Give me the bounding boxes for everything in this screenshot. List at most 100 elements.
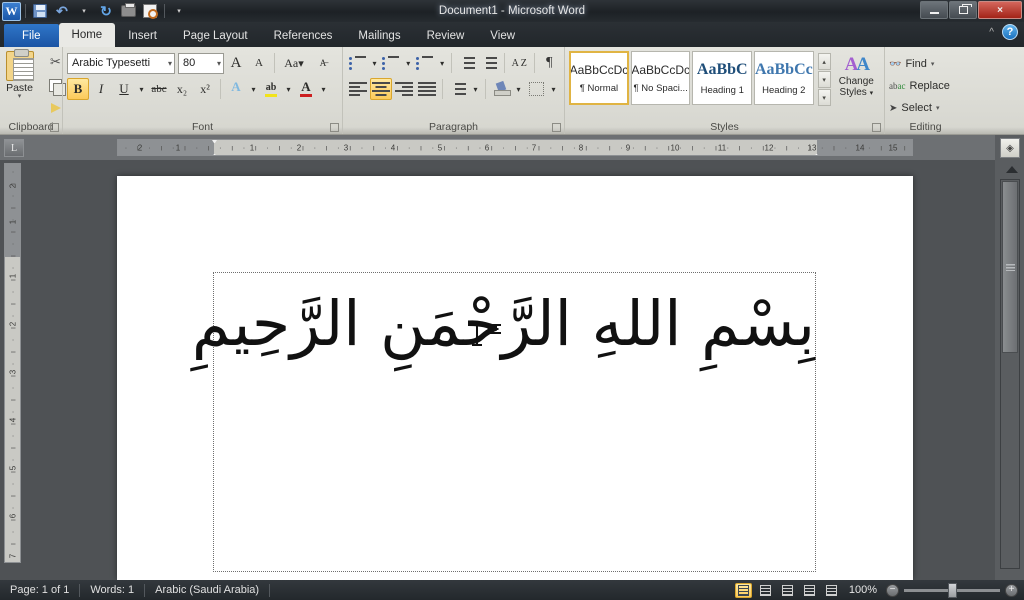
ruler-track[interactable]: 2 1 1 2 3 4 5 6 7 8 9 10 11 12 13 14 15 · ı · ı · ı · ı · ı · ı · ı · ı ·… [117, 139, 913, 156]
chevron-down-icon[interactable]: ▾ [870, 90, 874, 97]
font-dialog-launcher[interactable] [330, 123, 339, 132]
change-styles-button[interactable]: AA Change Styles ▾ [833, 51, 880, 106]
view-print-layout-button[interactable] [734, 582, 752, 598]
styles-scroll-up-icon[interactable]: ▴ [817, 53, 831, 70]
word-logo-icon[interactable]: W [2, 1, 21, 21]
help-icon[interactable]: ? [1002, 24, 1018, 40]
replace-button[interactable]: abac Replace [889, 75, 962, 97]
scroll-up-arrow-icon[interactable] [1006, 166, 1018, 173]
undo-dropdown-icon[interactable]: ▾ [74, 2, 94, 21]
align-left-button[interactable] [347, 78, 369, 100]
italic-button[interactable]: I [90, 78, 112, 100]
clipboard-dialog-launcher[interactable] [50, 123, 59, 132]
numbering-button[interactable] [381, 52, 402, 74]
bullets-button[interactable] [347, 52, 368, 74]
find-button[interactable]: 👓 Find ▾ [889, 53, 962, 75]
zoom-out-button[interactable]: − [886, 583, 899, 597]
paste-dropdown-icon[interactable]: ▾ [18, 93, 22, 100]
multilevel-dropdown-icon[interactable]: ▾ [437, 52, 448, 74]
text-effects-dropdown-icon[interactable]: ▾ [248, 78, 259, 100]
style-tile-no-spacing[interactable]: AaBbCcDc ¶ No Spaci... [630, 51, 691, 105]
styles-dialog-launcher[interactable] [872, 123, 881, 132]
first-line-indent-marker[interactable] [210, 140, 219, 143]
tab-mailings[interactable]: Mailings [345, 24, 413, 47]
zoom-slider[interactable] [904, 582, 1000, 598]
find-dropdown-icon[interactable]: ▾ [931, 60, 935, 68]
view-full-screen-reading-button[interactable] [757, 583, 774, 598]
select-button[interactable]: ➤ Select ▾ [889, 97, 962, 119]
line-spacing-dropdown-icon[interactable]: ▾ [470, 78, 481, 100]
print-preview-icon[interactable] [140, 2, 160, 21]
zoom-slider-thumb[interactable] [948, 582, 957, 598]
bullets-dropdown-icon[interactable]: ▾ [369, 52, 380, 74]
chevron-down-icon[interactable]: ▾ [165, 59, 172, 68]
borders-button[interactable] [525, 78, 547, 100]
horizontal-ruler[interactable]: L 2 1 1 2 3 4 5 6 7 8 9 10 11 12 13 14 15 · ı · ı · ı · ı · ı · ı · ı ·… [0, 135, 1024, 160]
highlight-button[interactable]: ab [260, 78, 282, 100]
select-browse-object-button[interactable]: ◈ [1000, 138, 1020, 158]
strikethrough-button[interactable]: abc [148, 78, 170, 100]
style-tile-heading-2[interactable]: AaBbCc Heading 2 [754, 51, 814, 105]
document-page[interactable]: بِسْمِ اللهِ الرَّحْمَنِ الرَّحِيمِ [117, 176, 913, 580]
paragraph-dialog-launcher[interactable] [552, 123, 561, 132]
style-tile-heading-1[interactable]: AaBbC Heading 1 [692, 51, 753, 105]
zoom-in-button[interactable]: + [1005, 583, 1018, 597]
align-center-button[interactable] [370, 78, 392, 100]
minimize-button[interactable] [920, 1, 948, 19]
tab-stop-selector-button[interactable]: L [4, 139, 24, 157]
underline-dropdown-icon[interactable]: ▾ [136, 78, 147, 100]
select-dropdown-icon[interactable]: ▾ [936, 104, 940, 112]
increase-indent-button[interactable] [479, 52, 500, 74]
borders-dropdown-icon[interactable]: ▾ [548, 78, 559, 100]
subscript-button[interactable]: x₂ [171, 78, 193, 100]
restore-button[interactable] [949, 1, 977, 19]
styles-scroll-down-icon[interactable]: ▾ [817, 71, 831, 88]
status-page[interactable]: Page: 1 of 1 [0, 580, 79, 600]
zoom-level[interactable]: 100% [845, 584, 881, 596]
chevron-down-icon[interactable]: ▾ [298, 57, 304, 70]
font-name-combo[interactable]: Arabic Typesetti ▾ [67, 52, 175, 74]
highlight-dropdown-icon[interactable]: ▾ [283, 78, 294, 100]
scrollbar-track[interactable] [1000, 179, 1020, 569]
styles-more-icon[interactable]: ▾ [817, 89, 831, 106]
font-size-combo[interactable]: 80 ▾ [178, 52, 224, 74]
tab-review[interactable]: Review [414, 24, 478, 47]
status-language[interactable]: Arabic (Saudi Arabia) [145, 580, 269, 600]
align-right-button[interactable] [393, 78, 415, 100]
undo-icon[interactable]: ↶ [52, 2, 72, 21]
view-web-layout-button[interactable] [779, 583, 796, 598]
scrollbar-thumb[interactable] [1002, 181, 1018, 353]
numbering-dropdown-icon[interactable]: ▾ [403, 52, 414, 74]
save-icon[interactable] [30, 2, 50, 21]
underline-button[interactable]: U [113, 78, 135, 100]
view-outline-button[interactable] [801, 583, 818, 598]
change-case-button[interactable]: Aa ▾ [279, 52, 309, 74]
style-tile-normal[interactable]: AaBbCcDc ¶ Normal [569, 51, 629, 105]
customize-qat-icon[interactable]: ▾ [169, 2, 189, 21]
collapse-ribbon-icon[interactable]: ^ [989, 27, 994, 38]
shrink-font-button[interactable]: A [248, 52, 270, 74]
clear-formatting-button[interactable]: A̶ [310, 52, 336, 74]
decrease-indent-button[interactable] [456, 52, 477, 74]
line-spacing-button[interactable] [447, 78, 469, 100]
redo-icon[interactable]: ↻ [96, 2, 116, 21]
close-button[interactable]: × [978, 1, 1022, 19]
sort-button[interactable]: A Z [509, 52, 530, 74]
justify-button[interactable] [416, 78, 438, 100]
grow-font-button[interactable]: A [225, 52, 247, 74]
multilevel-list-button[interactable] [415, 52, 436, 74]
text-effects-button[interactable]: A [225, 78, 247, 100]
tab-page-layout[interactable]: Page Layout [170, 24, 261, 47]
chevron-down-icon[interactable]: ▾ [214, 59, 221, 68]
document-text-line[interactable]: بِسْمِ اللهِ الرَّحْمَنِ الرَّحِيمِ [192, 285, 815, 363]
tab-file[interactable]: File [4, 24, 59, 47]
shading-dropdown-icon[interactable]: ▾ [513, 78, 524, 100]
bold-button[interactable]: B [67, 78, 89, 100]
tab-home[interactable]: Home [58, 23, 116, 47]
tab-insert[interactable]: Insert [115, 24, 170, 47]
shading-button[interactable] [490, 78, 512, 100]
vertical-ruler[interactable]: 2 1 1 2 3 4 5 6 7 · ı · ı · ı · ı · ı · ı · ı · ı · ı · ı · ı · ı · ı · ı · ı ·… [4, 163, 21, 563]
font-color-button[interactable]: A [295, 78, 317, 100]
view-draft-button[interactable] [823, 583, 840, 598]
status-word-count[interactable]: Words: 1 [80, 580, 144, 600]
